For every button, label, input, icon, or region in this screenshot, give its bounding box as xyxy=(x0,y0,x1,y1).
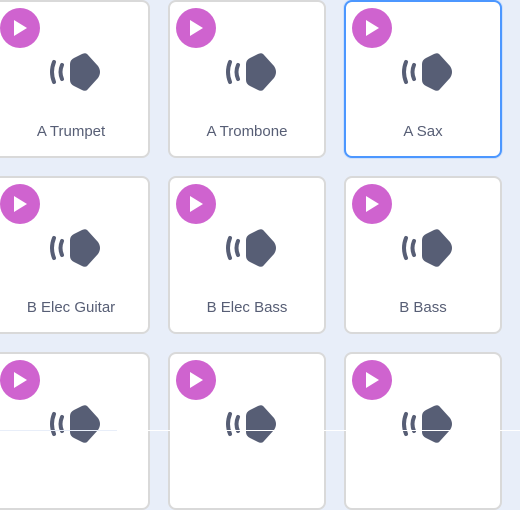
play-icon xyxy=(366,196,379,212)
sound-tile-partial[interactable] xyxy=(168,352,326,510)
sound-tile-a-trombone[interactable]: A Trombone xyxy=(168,0,326,158)
play-icon xyxy=(14,372,27,388)
play-icon xyxy=(366,372,379,388)
sound-library-grid: A Trumpet A Trombone A Sax B Elec Guitar… xyxy=(0,0,520,510)
sound-speaker-icon xyxy=(50,229,100,267)
sound-speaker-icon xyxy=(50,53,100,91)
play-icon xyxy=(14,20,27,36)
play-button[interactable] xyxy=(176,360,216,400)
play-button[interactable] xyxy=(0,184,40,224)
sound-tile-b-elec-bass[interactable]: B Elec Bass xyxy=(168,176,326,334)
sound-speaker-icon xyxy=(402,53,452,91)
sound-tile-b-elec-guitar[interactable]: B Elec Guitar xyxy=(0,176,150,334)
sound-speaker-icon xyxy=(402,405,452,443)
play-icon xyxy=(366,20,379,36)
play-icon xyxy=(190,20,203,36)
play-button[interactable] xyxy=(176,8,216,48)
sound-tile-partial[interactable] xyxy=(0,352,150,510)
sound-speaker-icon xyxy=(226,229,276,267)
play-button[interactable] xyxy=(0,8,40,48)
sound-speaker-icon xyxy=(226,405,276,443)
sound-name-label: A Trumpet xyxy=(36,123,106,140)
sound-name-label: B Elec Bass xyxy=(206,299,288,316)
play-button[interactable] xyxy=(352,360,392,400)
sound-tile-a-trumpet[interactable]: A Trumpet xyxy=(0,0,150,158)
play-icon xyxy=(14,196,27,212)
sound-name-label: B Elec Guitar xyxy=(26,299,116,316)
sound-tile-partial[interactable] xyxy=(344,352,502,510)
sound-name-label: A Trombone xyxy=(206,123,288,140)
play-button[interactable] xyxy=(352,184,392,224)
sound-name-label: A Sax xyxy=(403,123,443,140)
play-icon xyxy=(190,196,203,212)
sound-tile-a-sax[interactable]: A Sax xyxy=(344,0,502,158)
play-button[interactable] xyxy=(0,360,40,400)
sound-tile-b-bass[interactable]: B Bass xyxy=(344,176,502,334)
sound-speaker-icon xyxy=(50,405,100,443)
play-icon xyxy=(190,372,203,388)
sound-speaker-icon xyxy=(402,229,452,267)
sound-name-label: B Bass xyxy=(399,299,447,316)
play-button[interactable] xyxy=(176,184,216,224)
sound-speaker-icon xyxy=(226,53,276,91)
play-button[interactable] xyxy=(352,8,392,48)
